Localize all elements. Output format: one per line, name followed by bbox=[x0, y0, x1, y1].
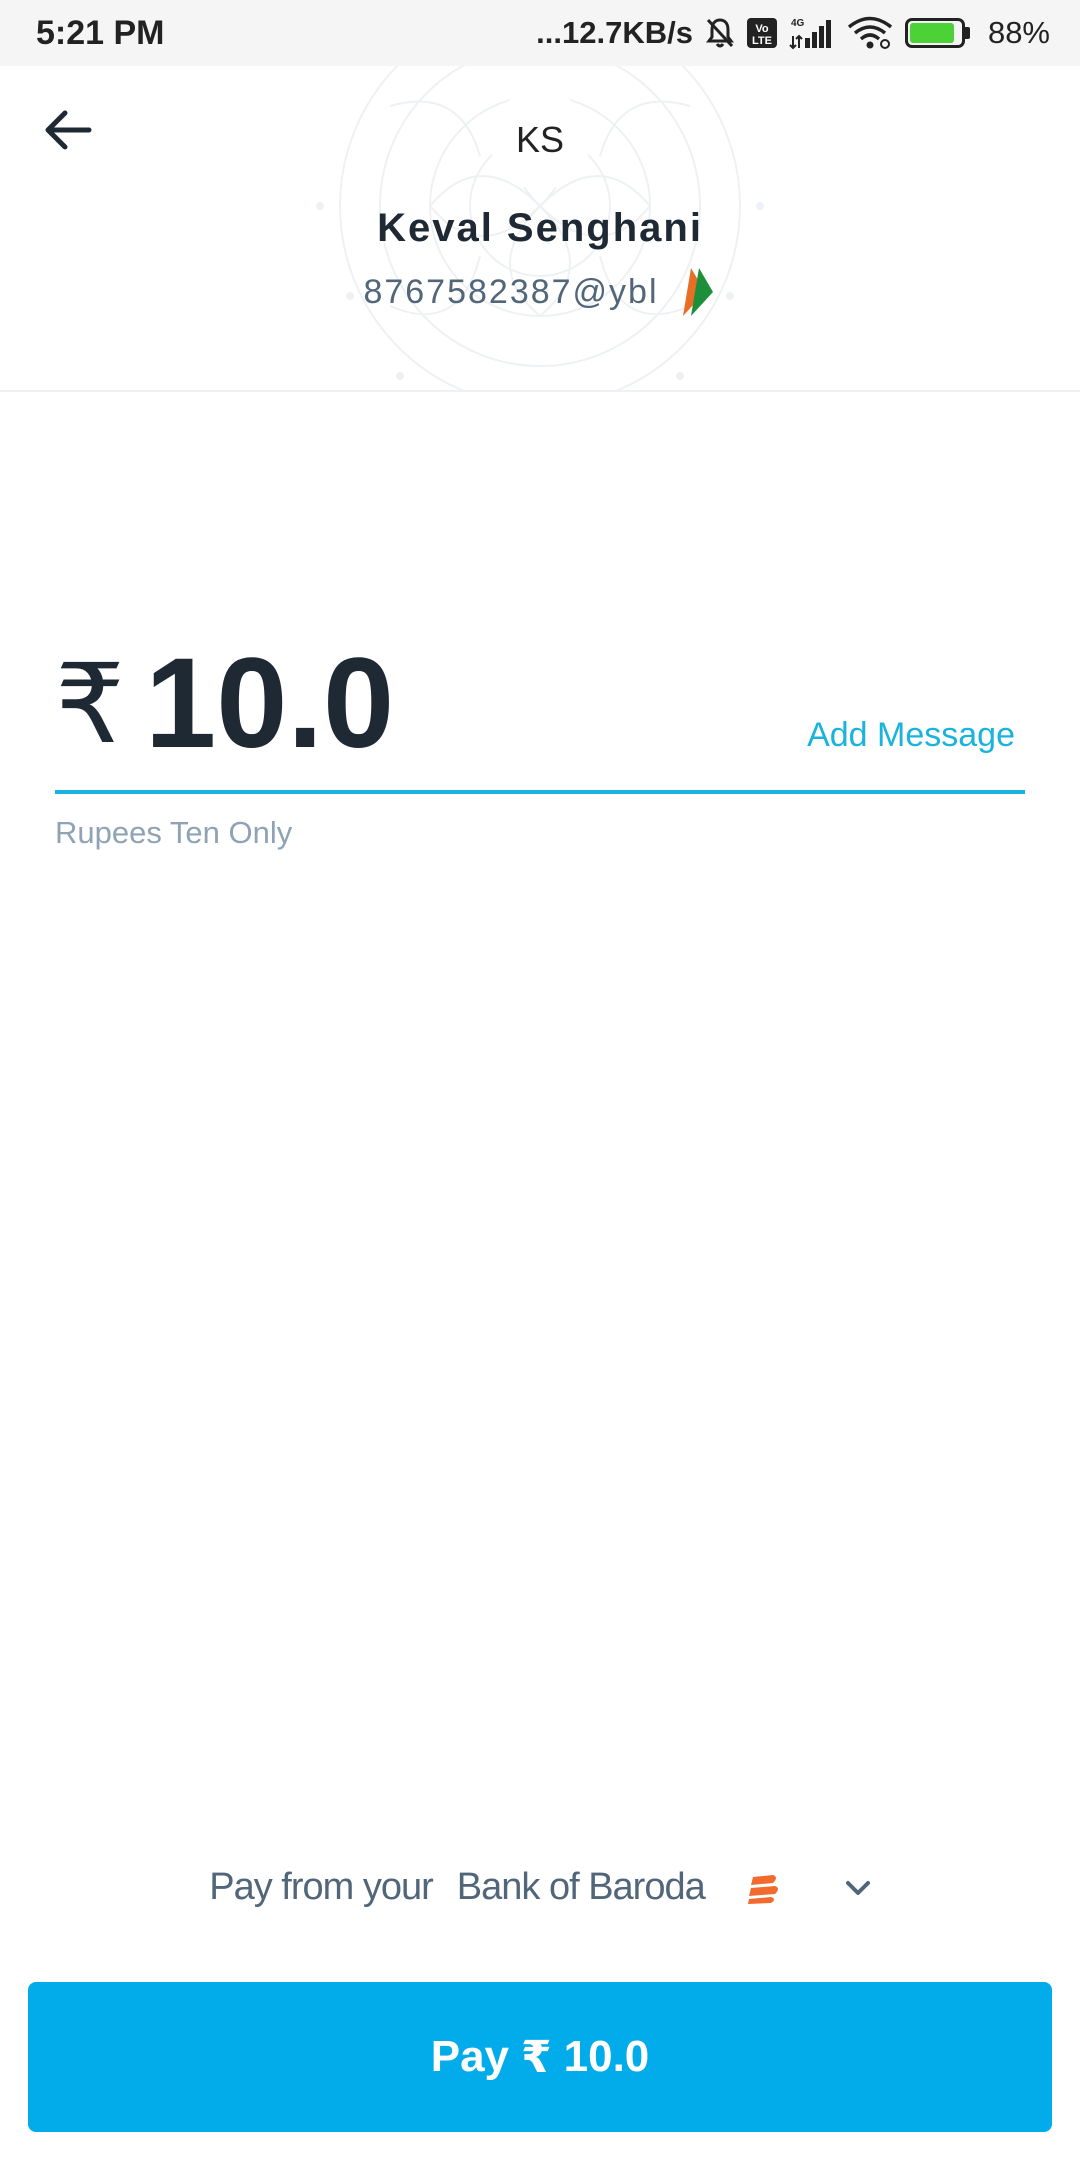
battery-percent: 88% bbox=[987, 15, 1050, 50]
payee-vpa: 8767582387@ybl bbox=[363, 272, 659, 311]
avatar: KS bbox=[490, 90, 590, 190]
payee-header: KS Keval Senghani 8767582387@ybl bbox=[0, 66, 1080, 392]
pay-button[interactable]: Pay ₹ 10.0 bbox=[28, 1982, 1052, 2132]
arrow-left-icon bbox=[45, 110, 92, 150]
pay-button-label: Pay bbox=[430, 2032, 510, 2081]
status-icons: ...12.7KB/s Vo LTE 4G 88% bbox=[536, 15, 1050, 51]
amount-in-words: Rupees Ten Only bbox=[55, 815, 293, 850]
bank-account-selector[interactable]: Pay from your Bank of Baroda bbox=[0, 1866, 1080, 1909]
amount-value[interactable]: 10.0 bbox=[145, 630, 394, 777]
bank-name: Bank of Baroda bbox=[456, 1866, 706, 1908]
mute-bell-icon bbox=[705, 17, 735, 49]
rupee-symbol: ₹ bbox=[55, 640, 125, 768]
battery-fill bbox=[909, 23, 954, 43]
amount-underline bbox=[55, 790, 1025, 794]
upi-logo-icon bbox=[682, 268, 713, 316]
payee-name: Keval Senghani bbox=[377, 206, 703, 250]
network-type: 4G bbox=[791, 18, 805, 29]
volte-icon: Vo LTE bbox=[746, 18, 777, 48]
pay-button-currency: ₹ bbox=[521, 2031, 552, 2083]
payee-vpa-row: 8767582387@ybl bbox=[0, 266, 1080, 318]
status-time: 5:21 PM bbox=[36, 13, 165, 52]
pay-from-label: Pay from your bbox=[209, 1866, 434, 1908]
battery-charging-icon bbox=[904, 18, 970, 48]
signal-icon: 4G bbox=[789, 16, 835, 50]
back-button[interactable] bbox=[36, 98, 100, 162]
bank-of-baroda-logo-icon bbox=[747, 1874, 778, 1904]
amount-input-row[interactable]: ₹ 10.0 Add Message bbox=[55, 620, 1025, 792]
wifi-icon bbox=[847, 16, 893, 50]
chevron-down-icon[interactable] bbox=[845, 1879, 871, 1897]
add-message-button[interactable]: Add Message bbox=[807, 716, 1015, 755]
network-speed: ...12.7KB/s bbox=[536, 15, 693, 50]
status-bar: 5:21 PM ...12.7KB/s Vo LTE 4G 88% bbox=[0, 0, 1080, 66]
pay-button-amount: 10.0 bbox=[563, 2032, 650, 2081]
